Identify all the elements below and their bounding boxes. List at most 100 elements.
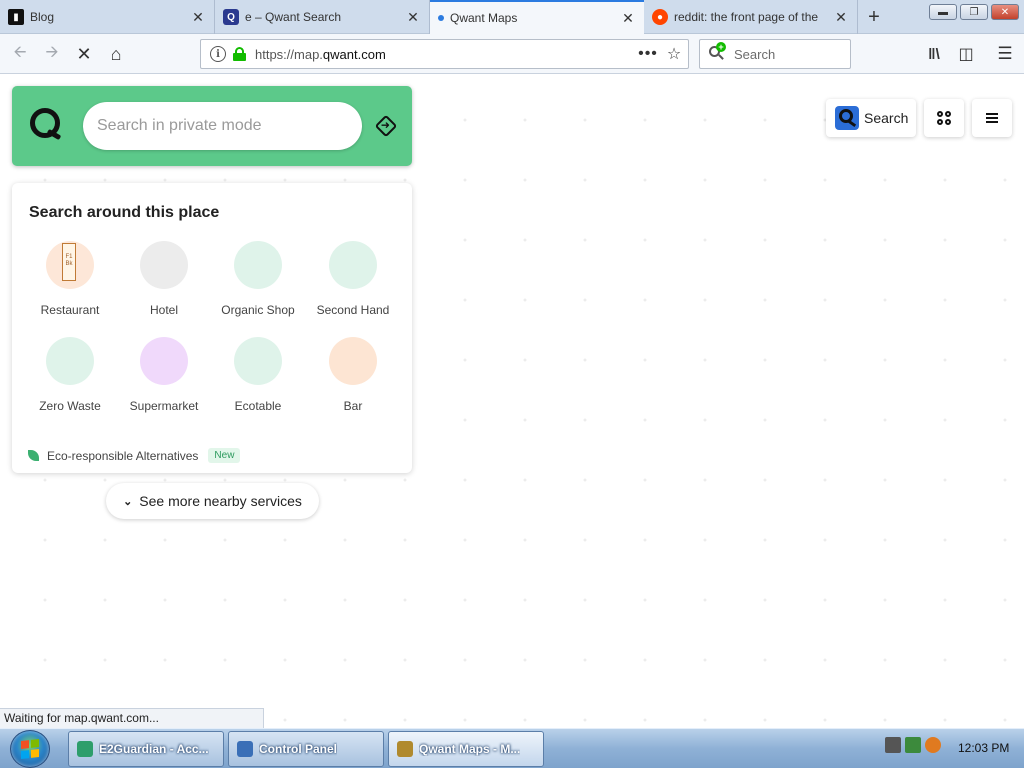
- url-prefix: https://map.: [255, 46, 323, 62]
- clock[interactable]: 12:03 PM: [958, 741, 1009, 755]
- restore-button[interactable]: ❐: [960, 4, 988, 20]
- bar-icon: [329, 337, 377, 385]
- page-actions-icon[interactable]: •••: [636, 45, 660, 63]
- menu-card-icon: F1 Bk: [62, 243, 76, 281]
- window-close-button[interactable]: ✕: [991, 4, 1019, 20]
- close-tab-icon[interactable]: ✕: [833, 9, 849, 25]
- sidebar-toggle-icon[interactable]: ◫: [952, 40, 980, 68]
- stop-loading-icon[interactable]: ✕: [70, 40, 98, 68]
- map-canvas[interactable]: ➜ Search around this place F1 Bk Restaur…: [0, 75, 1024, 727]
- tab-qwant-maps[interactable]: Qwant Maps ✕: [430, 0, 644, 34]
- eco-label: Eco-responsible Alternatives: [47, 448, 199, 463]
- category-hotel[interactable]: Hotel: [117, 241, 211, 317]
- category-label: Ecotable: [234, 399, 282, 413]
- apps-grid-icon: [937, 111, 951, 125]
- start-button[interactable]: [10, 730, 50, 768]
- around-title: Search around this place: [29, 204, 220, 221]
- category-label: Hotel: [149, 303, 178, 317]
- taskbar-item-qwant-maps[interactable]: Qwant Maps - M...: [388, 731, 544, 767]
- lock-icon: [233, 47, 246, 61]
- around-card: Search around this place F1 Bk Restauran…: [12, 183, 412, 473]
- category-organic-shop[interactable]: Organic Shop: [211, 241, 305, 317]
- eco-alternatives-link[interactable]: Eco-responsible Alternatives New: [28, 448, 241, 463]
- category-label: Supermarket: [129, 399, 199, 413]
- zero-waste-icon: [46, 337, 94, 385]
- ecotable-icon: [234, 337, 282, 385]
- minimize-button[interactable]: ▬: [929, 4, 957, 20]
- map-search-input[interactable]: [83, 102, 362, 150]
- forward-arrow-icon[interactable]: 🡪: [38, 40, 66, 68]
- qwant-logo-icon[interactable]: [30, 108, 62, 144]
- url-bar[interactable]: i https://map.qwant.com ••• ☆: [200, 39, 689, 69]
- search-engine-icon[interactable]: +: [708, 42, 726, 63]
- category-second-hand[interactable]: Second Hand: [306, 241, 400, 317]
- menu-button[interactable]: [972, 99, 1012, 137]
- taskbar-item-e2guardian[interactable]: E2Guardian - Acc...: [68, 731, 224, 767]
- chevron-down-icon: ⌄: [123, 495, 133, 508]
- reddit-favicon-icon: ●: [652, 9, 668, 25]
- organic-shop-icon: [234, 241, 282, 289]
- top-search-label: Search: [864, 110, 909, 126]
- control-panel-icon: [237, 741, 253, 757]
- restaurant-icon: F1 Bk: [46, 241, 94, 289]
- security-icon[interactable]: [925, 737, 941, 753]
- tab-qwant-search[interactable]: Q e – Qwant Search ✕: [215, 0, 430, 34]
- category-bar[interactable]: Bar: [306, 337, 400, 413]
- qwant-search-panel: ➜: [12, 86, 412, 166]
- new-tab-button[interactable]: +: [858, 5, 890, 29]
- browser-search-bar[interactable]: + Search: [699, 39, 851, 69]
- taskbar-label: Qwant Maps - M...: [419, 742, 521, 756]
- category-supermarket[interactable]: Supermarket: [117, 337, 211, 413]
- qwant-q-icon: [835, 106, 859, 130]
- site-info-icon[interactable]: i: [210, 46, 226, 62]
- blog-favicon-icon: ▮: [8, 9, 24, 25]
- second-hand-icon: [329, 241, 377, 289]
- close-tab-icon[interactable]: ✕: [405, 9, 421, 25]
- status-bar: Waiting for map.qwant.com...: [0, 708, 264, 728]
- loading-dot-icon: [438, 15, 444, 21]
- keyboard-icon[interactable]: [885, 737, 901, 753]
- taskbar-label: E2Guardian - Acc...: [99, 742, 209, 756]
- category-restaurant[interactable]: F1 Bk Restaurant: [23, 241, 117, 317]
- directions-icon[interactable]: ➜: [374, 114, 398, 138]
- category-label: Second Hand: [316, 303, 390, 317]
- system-tray: [885, 737, 945, 753]
- category-ecotable[interactable]: Ecotable: [211, 337, 305, 413]
- apps-grid-button[interactable]: [924, 99, 964, 137]
- category-label: Restaurant: [40, 303, 100, 317]
- tab-title: reddit: the front page of the: [674, 10, 819, 24]
- browser-menu-icon[interactable]: ☰: [991, 40, 1019, 68]
- home-icon[interactable]: ⌂: [102, 40, 130, 68]
- taskbar: E2Guardian - Acc... Control Panel Qwant …: [0, 728, 1024, 768]
- search-placeholder: Search: [734, 46, 776, 62]
- top-search-button[interactable]: Search: [826, 99, 916, 137]
- tab-reddit[interactable]: ● reddit: the front page of the ✕: [644, 0, 858, 34]
- hotel-icon: [140, 241, 188, 289]
- windows-logo-icon: [21, 739, 39, 759]
- e2guardian-icon: [77, 741, 93, 757]
- category-label: Organic Shop: [221, 303, 295, 317]
- bookmark-star-icon[interactable]: ☆: [660, 44, 688, 64]
- new-badge: New: [208, 448, 241, 463]
- close-tab-icon[interactable]: ✕: [620, 10, 636, 26]
- taskbar-item-control-panel[interactable]: Control Panel: [228, 731, 384, 767]
- category-zero-waste[interactable]: Zero Waste: [23, 337, 117, 413]
- url-text[interactable]: https://map.qwant.com: [255, 47, 636, 62]
- see-more-nearby-button[interactable]: ⌄ See more nearby services: [106, 483, 319, 519]
- nav-toolbar: 🡨 🡪 ✕ ⌂ i https://map.qwant.com ••• ☆ + …: [0, 34, 1024, 74]
- leaf-icon: [28, 450, 39, 461]
- url-domain: qwant.com: [322, 46, 386, 62]
- see-more-label: See more nearby services: [139, 493, 302, 509]
- hamburger-icon: [986, 113, 998, 123]
- category-label: Zero Waste: [39, 399, 101, 413]
- library-icon[interactable]: ‖\: [920, 40, 948, 68]
- close-tab-icon[interactable]: ✕: [190, 9, 206, 25]
- network-icon[interactable]: [905, 737, 921, 753]
- tab-strip: ▮ Blog ✕ Q e – Qwant Search ✕ Qwant Maps…: [0, 0, 1024, 34]
- tab-title: Blog: [30, 10, 55, 24]
- tab-blog[interactable]: ▮ Blog ✕: [0, 0, 215, 34]
- supermarket-icon: [140, 337, 188, 385]
- back-arrow-icon[interactable]: 🡨: [6, 40, 34, 68]
- qwant-favicon-icon: Q: [223, 9, 239, 25]
- tab-title: Qwant Maps: [450, 11, 518, 25]
